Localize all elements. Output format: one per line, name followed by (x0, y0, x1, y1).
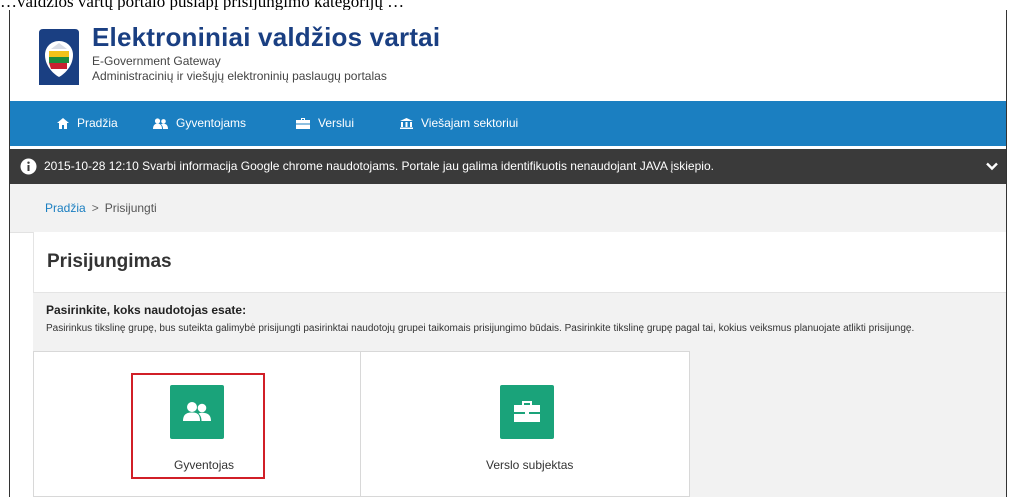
lithuania-emblem-icon[interactable] (37, 27, 81, 87)
briefcase-icon (296, 118, 310, 130)
user-type-question: Pasirinkite, koks naudotojas esate: (46, 303, 247, 317)
selection-highlight (131, 373, 265, 479)
user-type-cards: Gyventojas Verslo subjektas (33, 351, 693, 497)
nav-label: Verslui (318, 116, 355, 130)
breadcrumb: Pradžia > Prisijungti (10, 184, 1006, 233)
notice-text[interactable]: 2015-10-28 12:10 Svarbi informacija Goog… (44, 149, 714, 184)
notice-bar: 2015-10-28 12:10 Svarbi informacija Goog… (10, 149, 1006, 184)
main-navigation: Pradžia Gyventojams Verslui Viešajam sek… (10, 101, 1006, 146)
nav-item-viesajam-sektoriui[interactable]: Viešajam sektoriui (400, 101, 518, 146)
browser-page: Elektroniniai valdžios vartai E-Governme… (9, 10, 1007, 497)
page-header: Prisijungimas (33, 232, 1006, 293)
breadcrumb-separator: > (91, 201, 99, 215)
nav-label: Gyventojams (176, 116, 247, 130)
card-icon-box (500, 385, 554, 439)
site-tagline: Administracinių ir viešųjų elektroninių … (92, 69, 387, 83)
business-entity-card[interactable]: Verslo subjektas (360, 351, 690, 497)
document-text-fragment: …valdžios vartų portalo puslapį prisijun… (0, 0, 405, 10)
briefcase-icon (514, 401, 540, 422)
breadcrumb-home-link[interactable]: Pradžia (45, 201, 86, 215)
nav-label: Viešajam sektoriui (421, 116, 519, 130)
people-icon (153, 118, 168, 130)
page-title: Prisijungimas (47, 251, 172, 272)
institution-icon (400, 118, 413, 130)
site-title[interactable]: Elektroniniai valdžios vartai (92, 22, 440, 53)
chevron-down-icon[interactable] (986, 160, 998, 172)
site-header: Elektroniniai valdžios vartai E-Governme… (10, 10, 1006, 98)
home-icon (57, 118, 69, 130)
breadcrumb-current: Prisijungti (104, 201, 157, 215)
login-content: Pasirinkite, koks naudotojas esate: Pasi… (33, 293, 1006, 497)
card-label: Verslo subjektas (486, 458, 574, 472)
resident-card[interactable]: Gyventojas (33, 351, 361, 497)
nav-item-pradzia[interactable]: Pradžia (57, 101, 118, 146)
nav-label: Pradžia (77, 116, 118, 130)
info-icon (20, 158, 37, 175)
site-subtitle: E-Government Gateway (92, 54, 221, 68)
user-type-description: Pasirinkus tikslinę grupę, bus suteikta … (46, 323, 915, 334)
nav-item-gyventojams[interactable]: Gyventojams (153, 101, 246, 146)
nav-item-verslui[interactable]: Verslui (296, 101, 354, 146)
